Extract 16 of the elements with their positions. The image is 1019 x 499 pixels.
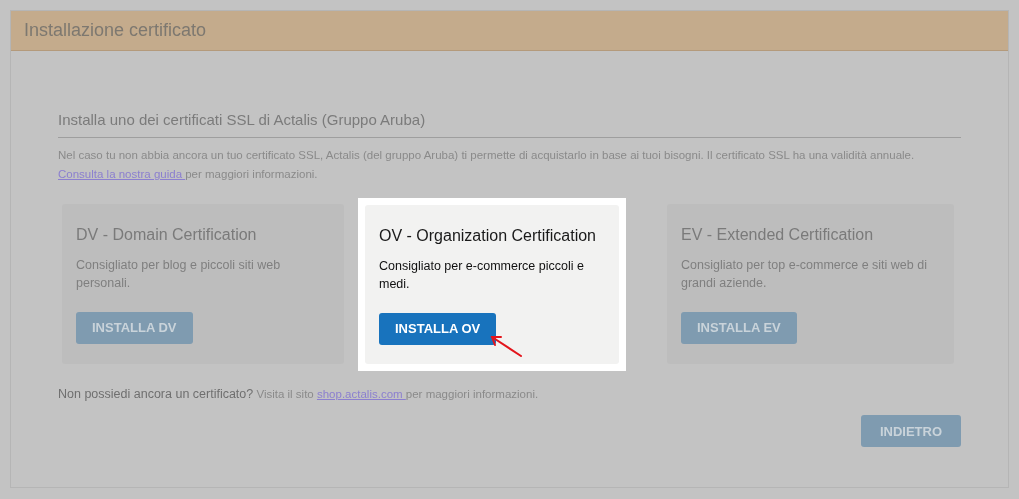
card-description: Consigliato per e-commerce piccoli e medi.	[379, 257, 585, 293]
card-title: EV - Extended Certification	[681, 225, 875, 245]
card-description: Consigliato per top e-commerce e siti web di grandi aziende.	[681, 257, 928, 292]
shop-link[interactable]: shop.actalis.com	[316, 387, 406, 400]
guide-link[interactable]: Consulta la nostra guida	[58, 167, 186, 180]
card-title: DV - Domain Certification	[76, 225, 258, 245]
install-button[interactable]: INSTALLA DV	[76, 312, 193, 344]
card-description: Consigliato per blog e piccoli siti web personali.	[76, 257, 282, 292]
section-heading: Installa uno dei certificati SSL di Actalis (Gruppo Aruba)	[58, 109, 961, 138]
install-button[interactable]: INSTALLA OV	[379, 312, 497, 345]
card-title: OV - Organization Certification	[379, 225, 597, 246]
install-button[interactable]: INSTALLA EV	[681, 312, 797, 344]
page-title: Installazione certificato	[24, 19, 207, 42]
guide-note: Consulta la nostra guida per maggiori informazioni.	[58, 166, 319, 182]
back-button[interactable]: INDIETRO	[861, 415, 961, 448]
pointer-arrow	[489, 333, 523, 358]
